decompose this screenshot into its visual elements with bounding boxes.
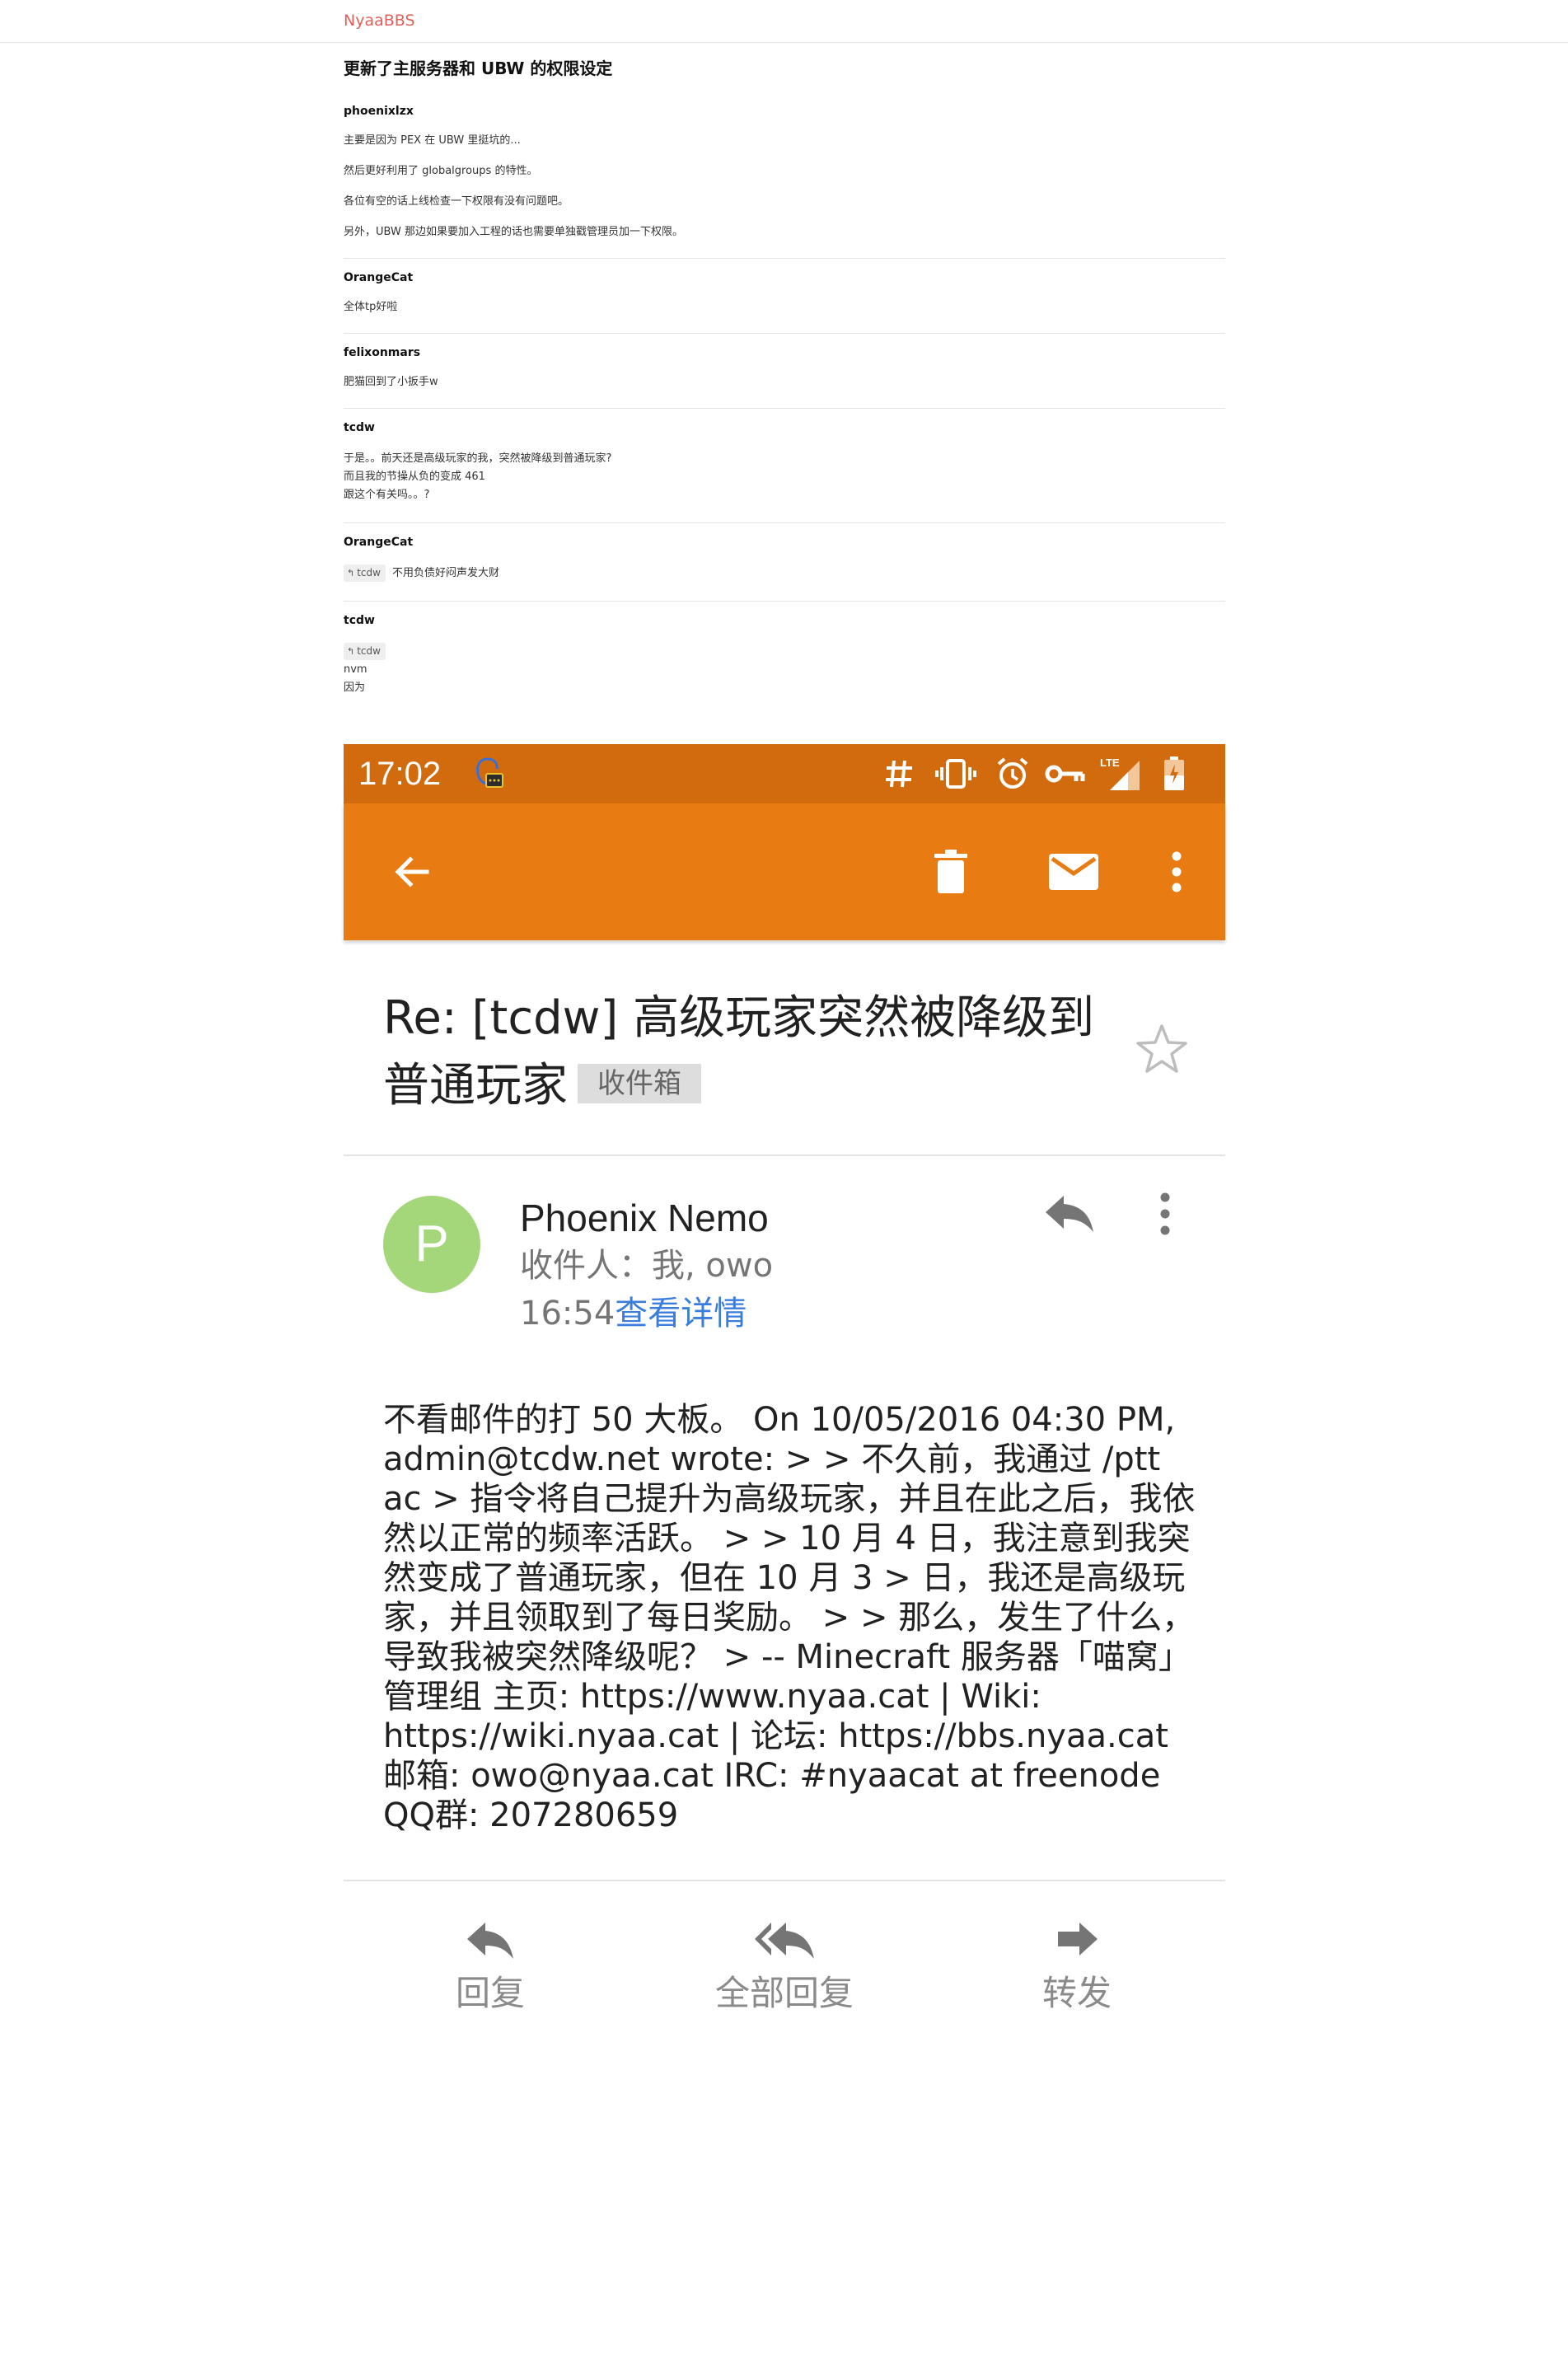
- post-author[interactable]: phoenixlzx: [344, 104, 1225, 119]
- time-line: 16:54查看详情: [520, 1291, 747, 1336]
- post: phoenixlzx 主要是因为 PEX 在 UBW 里挺坑的... 然后更好利…: [344, 92, 1225, 259]
- back-arrow-icon: [395, 856, 429, 888]
- alarm-icon: [995, 756, 1031, 792]
- top-bar: NyaaBBS: [0, 0, 1568, 43]
- star-button[interactable]: [1135, 1023, 1192, 1080]
- status-bar: 17:02 LTE: [344, 744, 1225, 803]
- app-bar: [344, 803, 1225, 940]
- email-body: 不看邮件的打 50 大板。 On 10/05/2016 04:30 PM, ad…: [383, 1401, 1196, 1834]
- reply-to-chip[interactable]: ↰ tcdw: [344, 564, 386, 582]
- recipients: 收件人：我, owo: [520, 1247, 774, 1285]
- post-line: 因为: [344, 681, 366, 694]
- post-line: ↰ tcdw 不用负债好闷声发大财: [344, 564, 1225, 583]
- reply-all-label: 全部回复: [714, 1973, 854, 2013]
- reply-button[interactable]: 回复: [400, 1919, 581, 2035]
- post-line: nvm: [344, 663, 367, 676]
- status-time: 17:02: [358, 756, 442, 792]
- reply-label: 回复: [455, 1973, 525, 2013]
- sender-name: Phoenix Nemo: [520, 1197, 769, 1239]
- vpn-key-icon: [1044, 756, 1087, 792]
- email-subject-text: Re: [tcdw] 高级玩家突然被降级到普通玩家: [383, 991, 1095, 1112]
- reply-to-user: tcdw: [357, 645, 381, 657]
- lte-label: LTE: [1100, 756, 1120, 769]
- post-line: 而且我的节操从负的变成 461: [344, 471, 485, 483]
- post: OrangeCat ↰ tcdw 不用负债好闷声发大财: [344, 523, 1225, 602]
- post-author[interactable]: tcdw: [344, 613, 1225, 628]
- sent-time: 16:54: [520, 1295, 615, 1333]
- reply-arrow-icon: ↰: [347, 568, 355, 578]
- header-reply-button[interactable]: [1044, 1192, 1110, 1250]
- post-author[interactable]: OrangeCat: [344, 270, 1225, 285]
- reply-icon: [467, 1923, 513, 1959]
- forward-button[interactable]: 转发: [986, 1919, 1168, 2035]
- thread-title: 更新了主服务器和 UBW 的权限设定: [344, 59, 613, 78]
- message-more-button[interactable]: [1159, 1192, 1192, 1250]
- reply-all-icon: [755, 1923, 814, 1959]
- post-line: 于是。。前天还是高级玩家的我，突然被降级到普通玩家?: [344, 452, 612, 465]
- reply-all-button[interactable]: 全部回复: [694, 1919, 875, 2035]
- divider: [344, 1155, 1225, 1156]
- post: OrangeCat 全体tp好啦: [344, 259, 1225, 334]
- back-button[interactable]: [383, 843, 441, 901]
- more-vert-icon: [1160, 1192, 1170, 1235]
- mail-icon: [1049, 854, 1098, 890]
- post-paragraph: 另外，UBW 那边如果要加入工程的话也需要单独戳管理员加一下权限。: [344, 226, 683, 238]
- post-author[interactable]: OrangeCat: [344, 535, 1225, 550]
- site-brand-link[interactable]: NyaaBBS: [344, 12, 415, 30]
- reply-arrow-icon: ↰: [347, 646, 355, 657]
- battery-icon: [1159, 756, 1189, 792]
- label-chip[interactable]: 收件箱: [578, 1063, 701, 1103]
- post: felixonmars 肥猫回到了小扳手w: [344, 334, 1225, 409]
- post-author[interactable]: felixonmars: [344, 345, 1225, 360]
- forward-icon: [1058, 1923, 1098, 1955]
- reply-icon: [1046, 1196, 1093, 1232]
- forward-label: 转发: [1041, 1973, 1112, 2013]
- thread: 更新了主服务器和 UBW 的权限设定 phoenixlzx 主要是因为 PEX …: [344, 51, 1225, 715]
- post: tcdw ↰ tcdw nvm 因为: [344, 602, 1225, 715]
- post-paragraph: 各位有空的话上线检查一下权限有没有问题吧。: [344, 195, 569, 208]
- mail-button[interactable]: [1039, 843, 1108, 901]
- email-subject: Re: [tcdw] 高级玩家突然被降级到普通玩家 收件箱: [383, 985, 1108, 1120]
- post-paragraph: 全体tp好啦: [344, 301, 398, 313]
- post-text: 不用负债好闷声发大财: [391, 567, 499, 579]
- post-paragraph: 然后更好利用了 globalgroups 的特性。: [344, 165, 538, 177]
- delete-button[interactable]: [922, 843, 980, 901]
- divider: [344, 1880, 1225, 1881]
- post-author[interactable]: tcdw: [344, 420, 1225, 435]
- lte-signal-icon: LTE: [1098, 756, 1143, 792]
- reply-to-user: tcdw: [357, 567, 381, 578]
- post-paragraph: 肥猫回到了小扳手w: [344, 376, 438, 388]
- view-details-link[interactable]: 查看详情: [615, 1295, 747, 1333]
- post-line: 跟这个有关吗。。?: [344, 489, 430, 501]
- star-icon: [1136, 1024, 1187, 1073]
- avatar: P: [383, 1196, 480, 1293]
- hash-icon: [881, 756, 917, 792]
- vibrate-icon: [934, 756, 978, 792]
- delete-icon: [934, 850, 967, 893]
- post-paragraph: 主要是因为 PEX 在 UBW 里挺坑的...: [344, 134, 521, 147]
- post: tcdw 于是。。前天还是高级玩家的我，突然被降级到普通玩家? 而且我的节操从负…: [344, 409, 1225, 523]
- post-line: ↰ tcdw: [344, 643, 1225, 661]
- reply-to-chip[interactable]: ↰ tcdw: [344, 643, 386, 660]
- more-options-button[interactable]: [1156, 843, 1197, 901]
- more-vert-icon: [1172, 851, 1182, 892]
- email-screenshot: 17:02 LTE Re: [tcdw] 高级玩家突然被降级到普通玩家 收件箱 …: [344, 744, 1225, 2013]
- chat-head-icon: [467, 756, 508, 792]
